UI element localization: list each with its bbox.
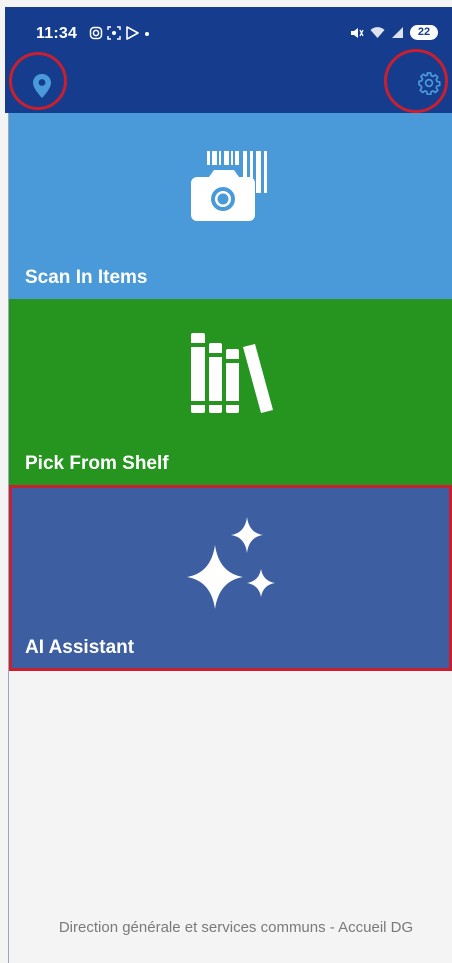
system-status-icons: 22 — [350, 25, 438, 40]
status-bar: 11:34 22 — [5, 7, 452, 57]
signal-icon — [392, 27, 403, 38]
app-screen: 11:34 22 Scan In Items Pick From Shelf A… — [0, 0, 452, 963]
mute-icon — [351, 27, 364, 38]
ai-assistant-label: AI Assistant — [25, 637, 135, 658]
status-time: 11:34 — [36, 25, 78, 42]
scan-face-icon — [107, 26, 121, 40]
settings-highlight-circle — [384, 49, 448, 113]
instagram-icon — [89, 26, 103, 40]
play-store-icon — [126, 26, 139, 40]
notification-icons — [89, 26, 151, 40]
pick-from-shelf-tile[interactable]: Pick From Shelf — [9, 299, 452, 485]
books-icon — [183, 329, 279, 420]
ai-assistant-tile[interactable]: AI Assistant — [9, 487, 452, 669]
pick-from-shelf-label: Pick From Shelf — [25, 453, 169, 474]
current-location-label: Direction générale et services communs -… — [58, 919, 414, 936]
left-divider — [8, 113, 9, 963]
sparkles-icon — [181, 517, 281, 614]
scan-in-items-label: Scan In Items — [25, 267, 148, 288]
dot-icon — [145, 32, 149, 36]
wifi-icon — [370, 27, 385, 38]
scan-in-items-tile[interactable]: Scan In Items — [9, 113, 452, 299]
battery-indicator: 22 — [410, 25, 438, 40]
camera-barcode-icon — [183, 149, 279, 230]
app-header: 11:34 22 — [5, 7, 452, 113]
location-highlight-circle — [9, 52, 67, 110]
